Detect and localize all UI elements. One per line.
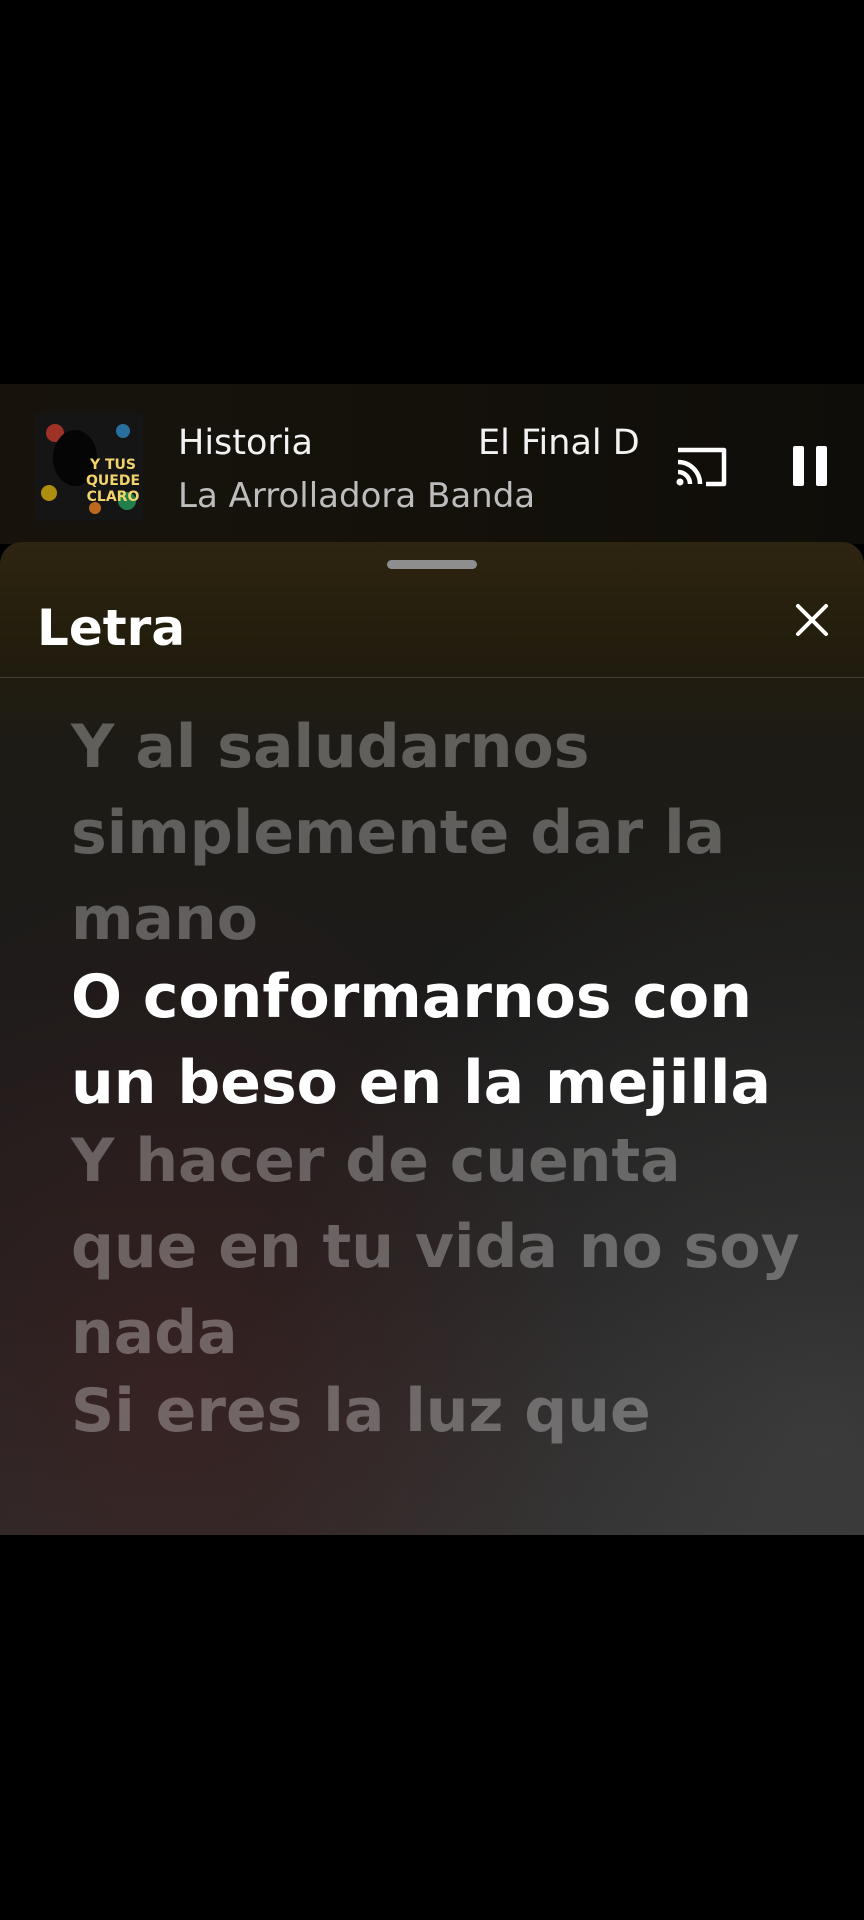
lyrics-list[interactable]: Y al saludarnos simplemente dar la mano … bbox=[0, 678, 864, 1535]
close-icon bbox=[796, 604, 828, 636]
pause-button[interactable] bbox=[790, 440, 830, 492]
lyric-line-active[interactable]: O conformarnos con un beso en la mejilla bbox=[71, 954, 821, 1126]
cast-icon bbox=[676, 447, 727, 487]
screen: Y TUS QUEDE CLARO Historia El Final D La… bbox=[0, 0, 864, 1920]
mini-player[interactable]: Y TUS QUEDE CLARO Historia El Final D La… bbox=[0, 384, 864, 544]
album-art[interactable]: Y TUS QUEDE CLARO bbox=[35, 413, 143, 521]
track-title-part-b: El Final D bbox=[478, 423, 640, 463]
close-button[interactable] bbox=[792, 600, 832, 640]
lyric-line[interactable]: Si eres la luz que bbox=[71, 1368, 821, 1454]
lyrics-header: Letra bbox=[0, 542, 864, 678]
pause-icon bbox=[793, 446, 827, 486]
lyrics-sheet: Letra Y al saludarnos simplemente dar la… bbox=[0, 542, 864, 1535]
lyric-line[interactable]: Y al saludarnos simplemente dar la mano bbox=[71, 704, 821, 962]
svg-text:Y TUS: Y TUS bbox=[89, 457, 136, 473]
artist-name[interactable]: La Arrolladora Banda bbox=[178, 472, 535, 520]
lyric-line[interactable]: Y hacer de cuenta que en tu vida no soy … bbox=[71, 1118, 821, 1376]
drag-handle[interactable] bbox=[387, 560, 477, 569]
track-title[interactable]: Historia El Final D bbox=[178, 418, 648, 468]
track-title-part-a: Historia bbox=[178, 423, 313, 463]
lyrics-title: Letra bbox=[37, 599, 186, 657]
svg-text:CLARO: CLARO bbox=[87, 489, 140, 505]
svg-text:QUEDE: QUEDE bbox=[86, 473, 140, 489]
cast-button[interactable] bbox=[674, 442, 730, 492]
